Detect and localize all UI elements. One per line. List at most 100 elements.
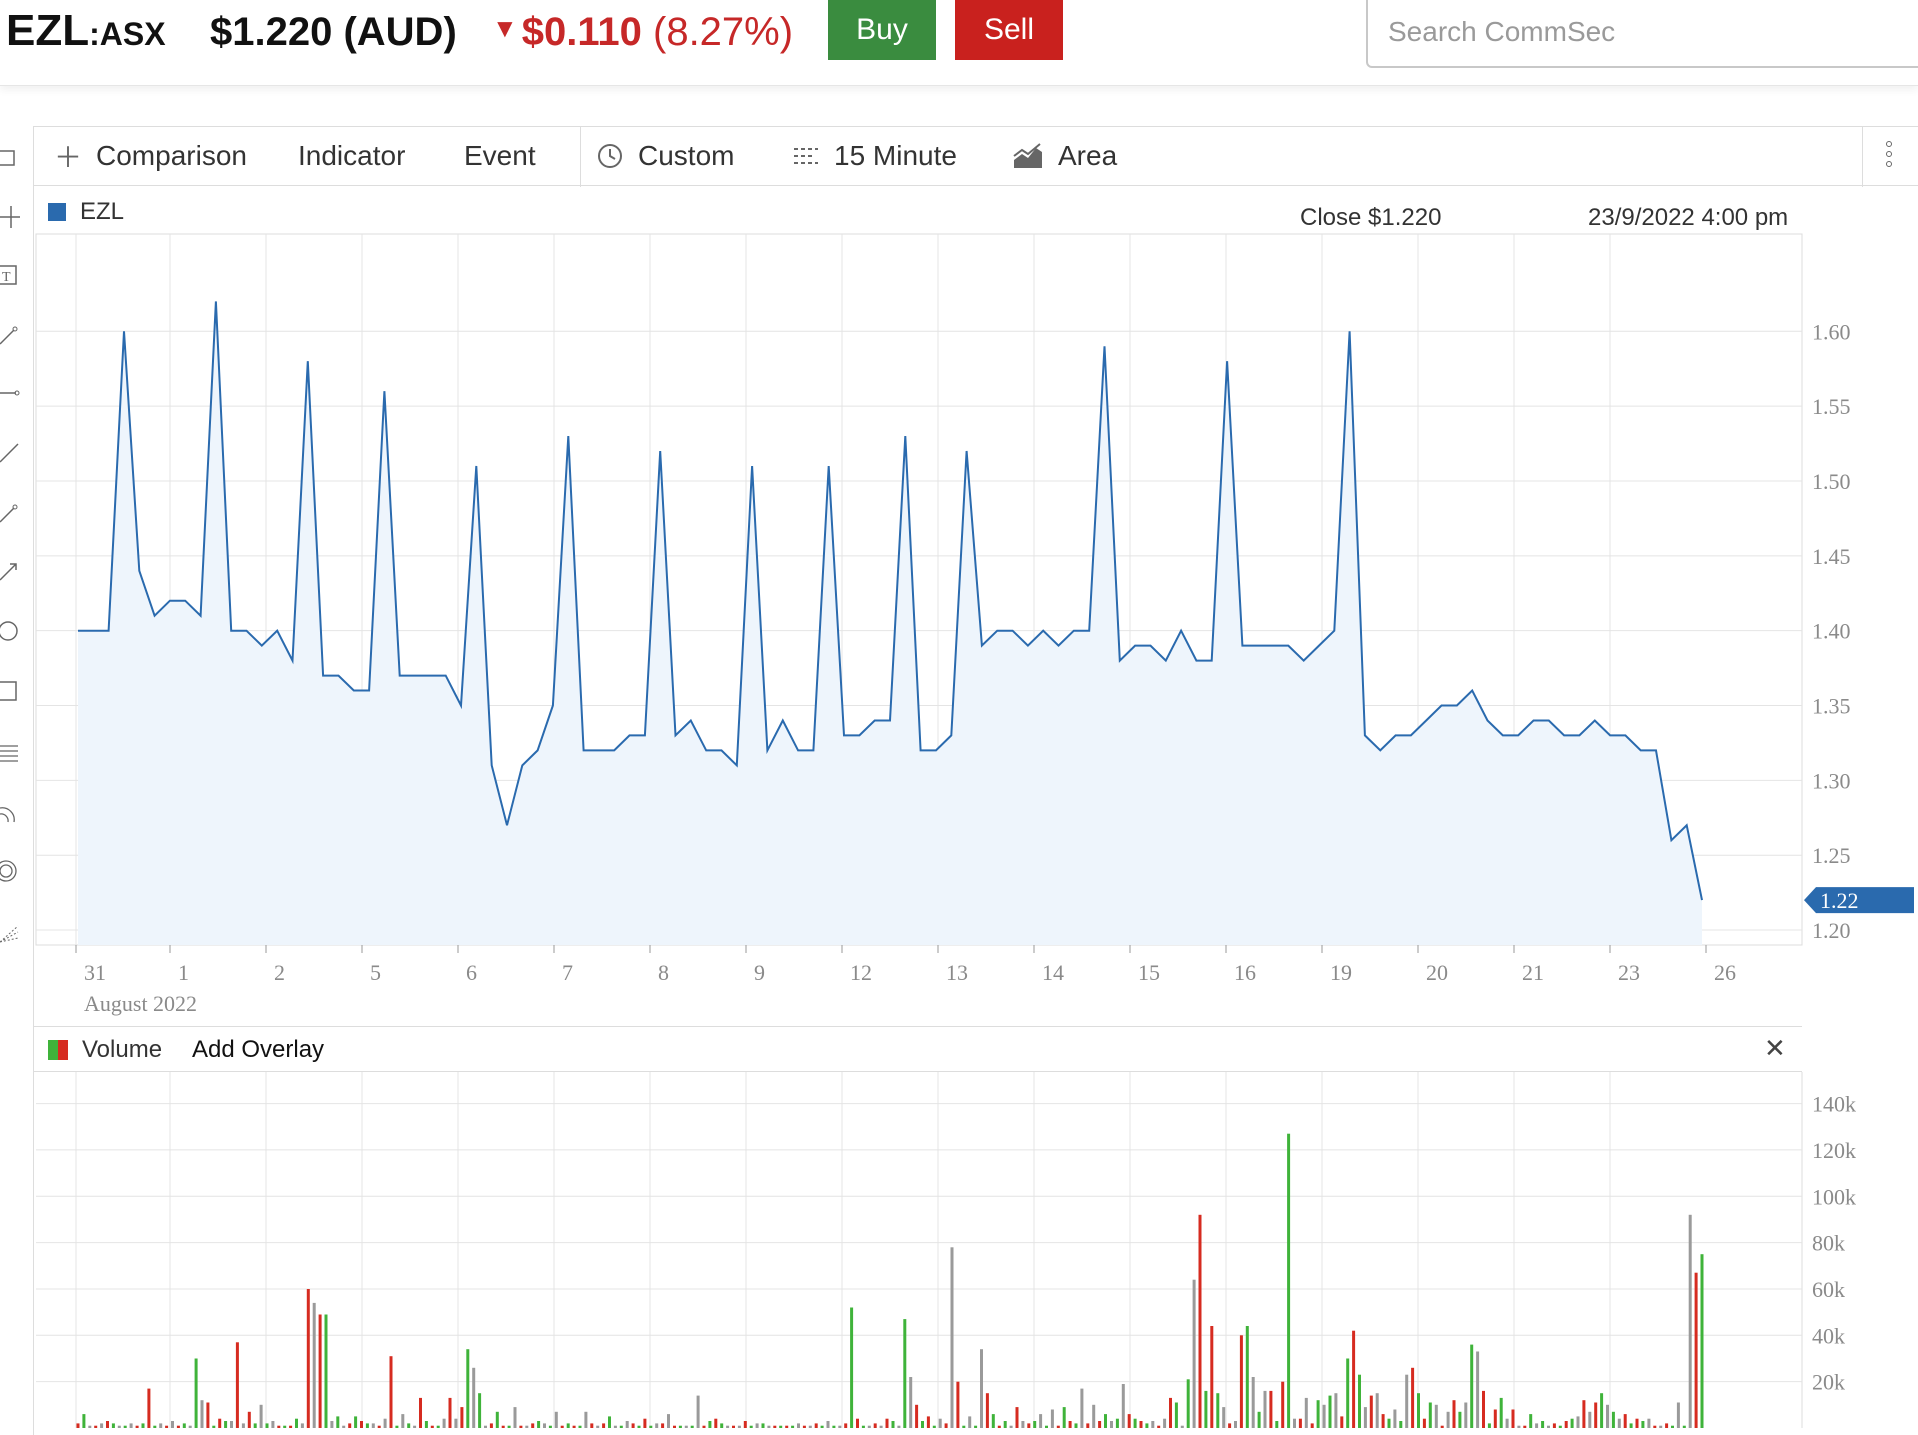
volume-bar	[413, 1425, 417, 1428]
volume-bar	[1570, 1418, 1574, 1428]
volume-bar	[1098, 1421, 1102, 1428]
volume-y-tick-label: 140k	[1812, 1092, 1856, 1117]
volume-bar	[1665, 1423, 1669, 1428]
volume-bar	[1263, 1390, 1267, 1428]
volume-bar	[1547, 1425, 1550, 1428]
volume-bar	[336, 1416, 340, 1428]
volume-bar	[991, 1414, 995, 1428]
volume-bar	[289, 1425, 293, 1428]
volume-panel-header: Volume Add Overlay ✕	[34, 1026, 1802, 1072]
volume-bar	[844, 1423, 848, 1428]
volume-bar	[1234, 1421, 1237, 1428]
volume-bar	[590, 1423, 594, 1428]
price-chart[interactable]: 1.601.551.501.451.401.351.301.251.2031 1 2…	[0, 0, 1918, 1020]
volume-bar	[153, 1425, 157, 1428]
volume-bar	[1428, 1402, 1432, 1428]
volume-bar	[838, 1425, 842, 1428]
volume-bar	[808, 1425, 812, 1428]
volume-bar	[76, 1423, 80, 1428]
volume-bar	[673, 1425, 676, 1428]
volume-bar	[1564, 1421, 1568, 1428]
y-tick-label: 1.40	[1812, 619, 1851, 644]
volume-bar	[407, 1423, 411, 1428]
y-tick-label: 1.45	[1812, 544, 1851, 569]
volume-bar	[295, 1418, 298, 1428]
volume-bar	[1015, 1407, 1019, 1428]
volume-bar	[271, 1421, 275, 1428]
x-tick-label: 19	[1330, 960, 1352, 985]
volume-bar	[1381, 1414, 1385, 1428]
volume-down-swatch	[58, 1040, 68, 1060]
volume-y-tick-label: 40k	[1812, 1323, 1845, 1348]
volume-bar	[1180, 1425, 1184, 1428]
volume-bar	[1027, 1423, 1031, 1428]
volume-bar	[1552, 1423, 1556, 1428]
x-tick-label: 9	[754, 960, 765, 985]
volume-bar	[1045, 1425, 1048, 1428]
volume-bar	[1251, 1377, 1255, 1428]
volume-bar	[454, 1418, 458, 1428]
volume-bar	[1293, 1418, 1296, 1428]
add-overlay-button[interactable]: Add Overlay	[192, 1036, 324, 1064]
volume-bar	[306, 1289, 310, 1428]
volume-bar	[879, 1425, 883, 1428]
volume-bar	[247, 1411, 251, 1428]
volume-bar	[726, 1425, 730, 1428]
x-tick-label: 1	[178, 960, 189, 985]
volume-bar	[312, 1302, 316, 1428]
volume-bar	[489, 1423, 493, 1428]
volume-bar	[1245, 1326, 1249, 1428]
volume-bar	[1682, 1425, 1686, 1428]
volume-bar	[1358, 1374, 1361, 1428]
volume-bar	[1511, 1409, 1515, 1428]
volume-bar	[944, 1423, 948, 1428]
volume-up-swatch	[48, 1040, 58, 1060]
volume-bar	[1535, 1423, 1539, 1428]
x-tick-label: 5	[370, 960, 381, 985]
volume-bar	[1422, 1418, 1426, 1428]
volume-bar	[885, 1418, 889, 1428]
volume-bar	[1163, 1418, 1167, 1428]
volume-bar	[608, 1416, 611, 1428]
y-tick-label: 1.50	[1812, 469, 1851, 494]
volume-bar	[212, 1425, 216, 1428]
volume-bar	[1635, 1418, 1639, 1428]
volume-legend[interactable]: Volume	[48, 1036, 162, 1064]
volume-bar	[1694, 1272, 1698, 1428]
x-tick-label: 6	[466, 960, 477, 985]
volume-bar	[625, 1421, 629, 1428]
volume-bar	[1210, 1326, 1214, 1428]
volume-bar	[1629, 1423, 1633, 1428]
volume-bar	[850, 1307, 854, 1428]
volume-chart[interactable]: 140k 120k 100k 80k 60k 40k 20k	[0, 1072, 1918, 1435]
volume-bar	[159, 1423, 163, 1428]
volume-bar	[1446, 1411, 1450, 1428]
volume-bar	[253, 1423, 257, 1428]
volume-bar	[318, 1314, 322, 1428]
volume-bar	[129, 1423, 133, 1428]
volume-bar	[1068, 1421, 1072, 1428]
volume-bar	[926, 1416, 930, 1428]
volume-y-tick-label: 100k	[1812, 1184, 1856, 1209]
volume-bar	[88, 1425, 92, 1428]
volume-bar	[956, 1381, 960, 1428]
volume-bar	[1133, 1418, 1137, 1428]
volume-bar	[826, 1421, 830, 1428]
volume-bar	[300, 1423, 304, 1428]
x-tick-label: 2	[274, 960, 285, 985]
volume-bar	[424, 1421, 428, 1428]
volume-bar	[891, 1421, 895, 1428]
volume-bar	[962, 1425, 966, 1428]
x-tick-label: 20	[1426, 960, 1448, 985]
volume-bar	[371, 1423, 375, 1428]
volume-bar	[1617, 1418, 1621, 1428]
volume-bar	[1352, 1330, 1356, 1428]
volume-bar	[259, 1404, 263, 1428]
volume-bar	[1464, 1402, 1468, 1428]
volume-bar	[1499, 1397, 1503, 1428]
volume-bar	[802, 1425, 806, 1428]
volume-bar	[767, 1425, 771, 1428]
close-icon[interactable]: ✕	[1764, 1033, 1786, 1064]
volume-bar	[560, 1425, 564, 1428]
volume-bar	[1257, 1411, 1261, 1428]
